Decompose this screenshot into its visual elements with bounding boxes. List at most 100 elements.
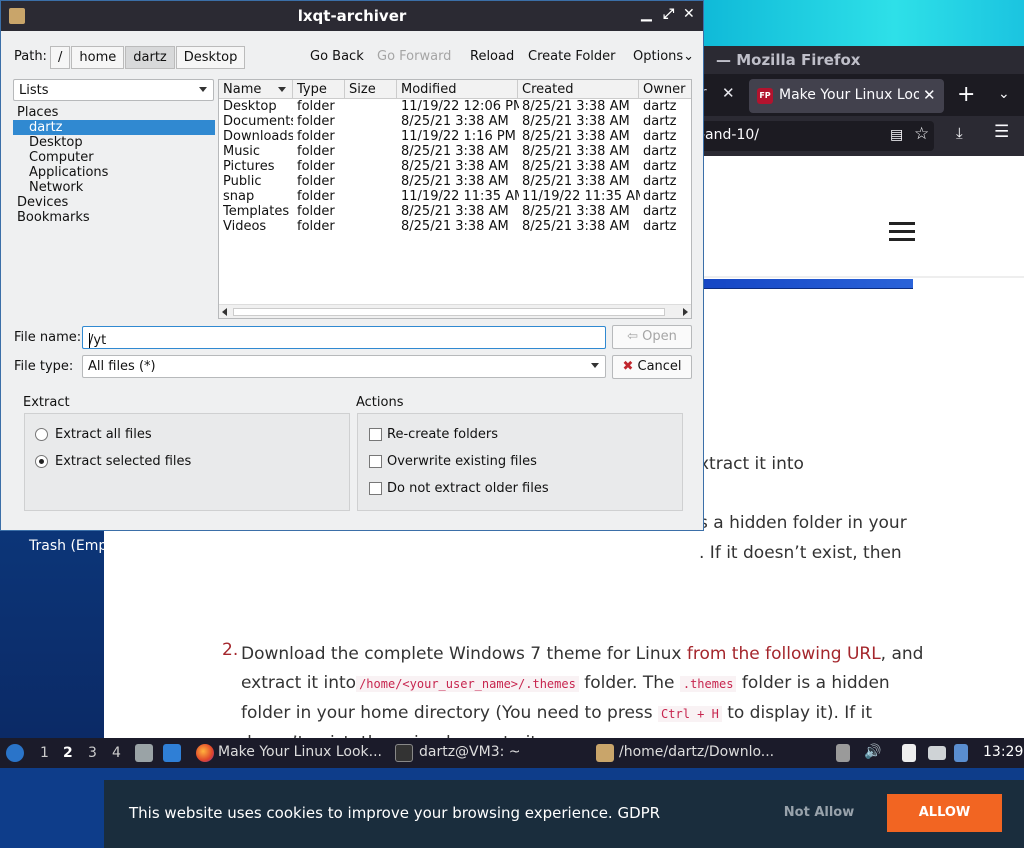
places-item-dartz[interactable]: dartz — [13, 120, 215, 135]
bookmarks-header[interactable]: Bookmarks — [13, 210, 215, 225]
column-header-created[interactable]: Created — [518, 80, 639, 99]
view-mode-select[interactable]: Lists — [13, 79, 214, 101]
extract-all-radio[interactable] — [35, 428, 48, 441]
create-folder-button[interactable]: Create Folder — [528, 49, 616, 64]
table-row[interactable]: Public folder 8/25/21 3:38 AM 8/25/21 3:38 … — [219, 174, 691, 189]
url-text: -and-10/ — [700, 127, 759, 143]
downloads-icon[interactable]: ⤓ — [956, 124, 963, 142]
file-name-input[interactable]: /yt — [82, 326, 606, 349]
horizontal-scrollbar[interactable] — [219, 304, 691, 318]
dialog-titlebar[interactable]: lxqt-archiver ▁ ⤢ ✕ — [1, 1, 703, 31]
eject-icon[interactable] — [836, 744, 850, 762]
breadcrumb-dartz[interactable]: dartz — [125, 46, 175, 69]
extract-selected-radio[interactable] — [35, 455, 48, 468]
view-mode-value: Lists — [19, 83, 49, 98]
app-menu-icon[interactable]: ☰ — [994, 122, 1009, 142]
task-firefox[interactable]: Make Your Linux Look... — [218, 744, 382, 760]
desktop-1[interactable]: 1 — [40, 745, 49, 761]
minimize-icon[interactable]: ▁ — [641, 6, 652, 22]
recreate-folders-checkbox[interactable] — [369, 428, 382, 441]
column-header-name[interactable]: Name — [219, 80, 293, 99]
cell-modified: 11/19/22 1:16 PM — [401, 129, 516, 144]
list-tabs-chevron-icon[interactable]: ⌄ — [998, 86, 1010, 102]
app-menu-icon[interactable] — [6, 744, 24, 762]
clipboard-icon[interactable] — [902, 744, 916, 762]
file-manager-icon[interactable] — [135, 744, 153, 762]
inline-code: Ctrl + H — [658, 706, 722, 722]
site-menu-icon[interactable] — [889, 222, 915, 242]
show-desktop-icon[interactable] — [163, 744, 181, 762]
table-row[interactable]: Videos folder 8/25/21 3:38 AM 8/25/21 3:38 … — [219, 219, 691, 234]
terminal-icon — [395, 744, 413, 762]
overwrite-existing-checkbox[interactable] — [369, 455, 382, 468]
theme-download-link[interactable]: from the following URL — [687, 644, 881, 664]
file-type-select[interactable]: All files (*) — [82, 355, 606, 378]
do-not-extract-older-label[interactable]: Do not extract older files — [387, 481, 549, 496]
scroll-left-icon[interactable] — [222, 308, 227, 316]
table-row[interactable]: Documents folder 8/25/21 3:38 AM 8/25/21 3:… — [219, 114, 691, 129]
tab-active-close-icon[interactable]: ✕ — [923, 86, 936, 104]
open-button[interactable]: ⇦ Open — [612, 325, 692, 349]
cell-created: 11/19/22 11:35 AM — [522, 189, 640, 204]
overwrite-existing-label[interactable]: Overwrite existing files — [387, 454, 537, 469]
places-item-desktop[interactable]: Desktop — [13, 135, 215, 150]
devices-header[interactable]: Devices — [13, 195, 215, 210]
reload-button[interactable]: Reload — [470, 49, 514, 64]
update-notifier-icon[interactable] — [954, 744, 968, 762]
cell-owner: dartz — [643, 129, 677, 144]
file-list[interactable]: Name Type Size Modified Created Owner De… — [218, 79, 692, 319]
table-row[interactable]: Templates folder 8/25/21 3:38 AM 8/25/21 3:… — [219, 204, 691, 219]
table-row[interactable]: Pictures folder 8/25/21 3:38 AM 8/25/21 3:3… — [219, 159, 691, 174]
table-row[interactable]: Music folder 8/25/21 3:38 AM 8/25/21 3:38 A… — [219, 144, 691, 159]
cookie-allow-button[interactable]: ALLOW — [887, 794, 1002, 832]
breadcrumb-home[interactable]: home — [71, 46, 125, 69]
cell-owner: dartz — [643, 174, 677, 189]
go-back-button[interactable]: Go Back — [310, 49, 364, 64]
desktop-4[interactable]: 4 — [112, 745, 121, 761]
column-header-owner[interactable]: Owner — [639, 80, 691, 99]
trash-desktop-label[interactable]: Trash (Emp — [29, 538, 107, 554]
bookmark-star-icon[interactable]: ☆ — [914, 124, 929, 144]
places-item-network[interactable]: Network — [13, 180, 215, 195]
scrollbar-thumb[interactable] — [233, 308, 665, 316]
new-tab-icon[interactable]: + — [957, 82, 975, 107]
table-row[interactable]: snap folder 11/19/22 11:35 AM 11/19/22 11:3… — [219, 189, 691, 204]
volume-icon[interactable]: 🔊 — [864, 744, 881, 760]
reader-view-icon[interactable]: ▤ — [890, 127, 903, 143]
tab-previous-close-icon[interactable]: ✕ — [722, 84, 735, 102]
column-header-type[interactable]: Type — [293, 80, 345, 99]
article-text: folder. The — [578, 673, 680, 693]
url-bar[interactable]: -and-10/ ▤ ☆ — [694, 121, 934, 151]
close-icon[interactable]: ✕ — [683, 6, 695, 22]
table-row[interactable]: Desktop folder 11/19/22 12:06 PM 8/25/21 3:… — [219, 99, 691, 114]
extract-selected-label[interactable]: Extract selected files — [55, 454, 191, 469]
cell-created: 8/25/21 3:38 AM — [522, 204, 630, 219]
cancel-button[interactable]: ✖ Cancel — [612, 355, 692, 379]
tab-active[interactable]: FP Make Your Linux Look ✕ — [749, 79, 944, 113]
cell-owner: dartz — [643, 219, 677, 234]
places-header[interactable]: Places — [13, 105, 215, 120]
extract-all-label[interactable]: Extract all files — [55, 427, 152, 442]
column-header-size[interactable]: Size — [345, 80, 397, 99]
column-header-modified[interactable]: Modified — [397, 80, 518, 99]
do-not-extract-older-checkbox[interactable] — [369, 482, 382, 495]
sort-descending-icon — [278, 87, 286, 92]
scroll-right-icon[interactable] — [683, 308, 688, 316]
network-icon[interactable] — [928, 746, 946, 760]
breadcrumb-desktop[interactable]: Desktop — [175, 46, 246, 69]
inline-code: .themes — [679, 676, 737, 692]
desktop-3[interactable]: 3 — [88, 745, 97, 761]
go-forward-button[interactable]: Go Forward — [377, 49, 451, 64]
clock[interactable]: 13:29 — [983, 744, 1023, 760]
maximize-icon[interactable]: ⤢ — [663, 6, 674, 22]
cookie-not-allow-button[interactable]: Not Allow — [764, 794, 874, 832]
task-archiver[interactable]: /home/dartz/Downlo... — [619, 744, 774, 760]
table-row[interactable]: Downloads folder 11/19/22 1:16 PM 8/25/21 3… — [219, 129, 691, 144]
places-item-computer[interactable]: Computer — [13, 150, 215, 165]
desktop-2[interactable]: 2 — [63, 745, 73, 761]
options-button[interactable]: Options⌄ — [633, 49, 694, 64]
recreate-folders-label[interactable]: Re-create folders — [387, 427, 498, 442]
breadcrumb-root[interactable]: / — [50, 46, 71, 69]
places-item-applications[interactable]: Applications — [13, 165, 215, 180]
task-terminal[interactable]: dartz@VM3: ~ — [419, 744, 521, 760]
